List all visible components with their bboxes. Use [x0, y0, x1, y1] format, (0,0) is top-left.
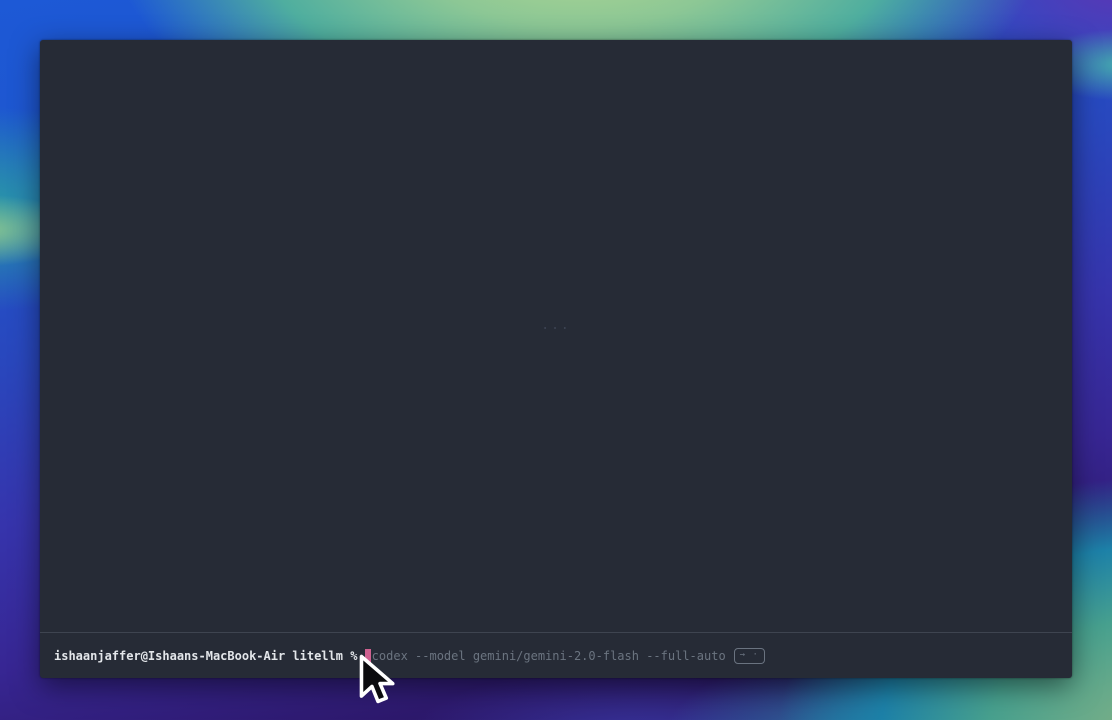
terminal-window[interactable]: ... ishaanjaffer@Ishaans-MacBook-Air lit…	[40, 40, 1072, 678]
terminal-body: ...	[40, 40, 1072, 632]
desktop-wallpaper: ... ishaanjaffer@Ishaans-MacBook-Air lit…	[0, 0, 1112, 720]
command-line[interactable]: ishaanjaffer@Ishaans-MacBook-Air litellm…	[40, 633, 1072, 678]
text-cursor-block-icon	[365, 649, 371, 664]
shell-prompt: ishaanjaffer@Ishaans-MacBook-Air litellm…	[54, 650, 365, 662]
autosuggestion-text: codex --model gemini/gemini-2.0-flash --…	[372, 650, 726, 662]
accept-suggestion-keycap-label: → ·	[740, 651, 759, 660]
loading-ellipsis: ...	[541, 318, 570, 333]
accept-suggestion-keycap: → ·	[734, 648, 765, 664]
